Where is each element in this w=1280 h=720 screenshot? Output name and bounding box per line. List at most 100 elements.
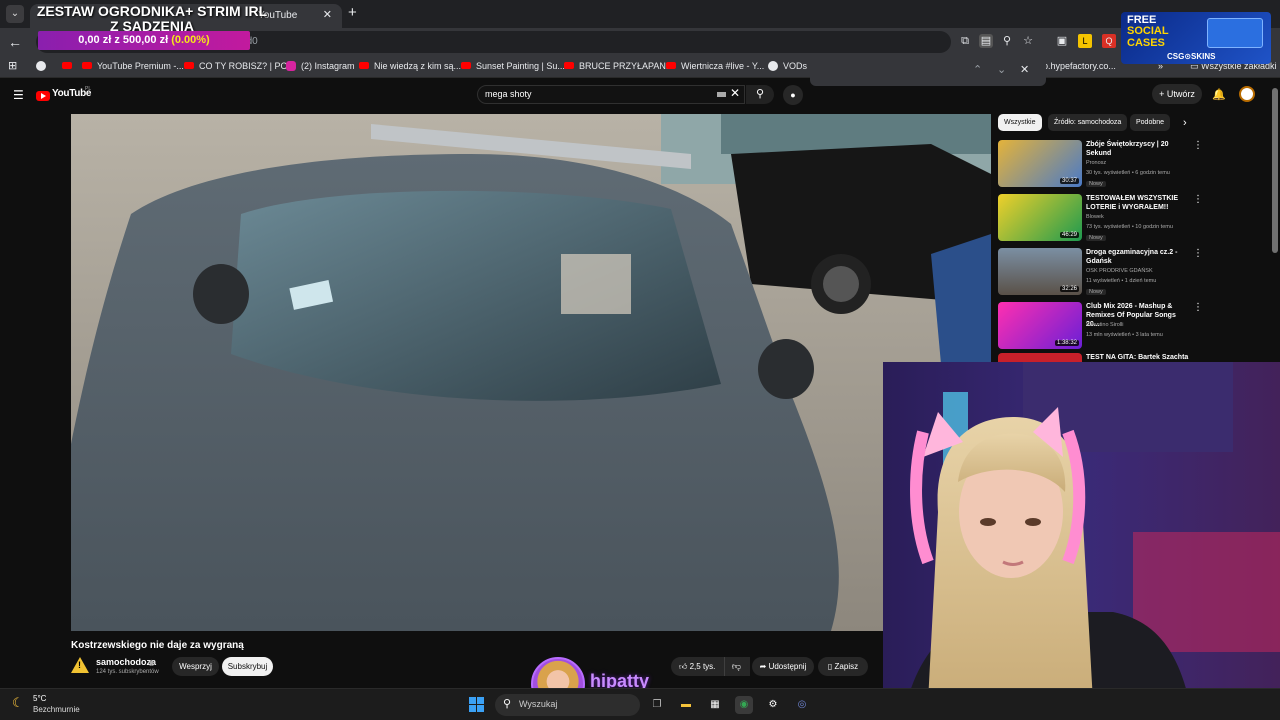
back-arrow-icon[interactable]: ← (8, 34, 22, 50)
bookmark-item[interactable]: BRUCE PRZYŁAPAN... (564, 61, 673, 71)
chrome-icon[interactable]: ◉ (735, 696, 753, 714)
extension-icon[interactable]: ▣ (1055, 34, 1069, 48)
tab-close-icon[interactable]: ✕ (323, 8, 332, 21)
find-previous-icon[interactable]: ⌃ (973, 63, 982, 76)
video-player[interactable] (71, 114, 991, 631)
store-icon[interactable]: ▦ (706, 696, 724, 714)
create-button[interactable]: + Utwórz (1152, 84, 1202, 104)
youtube-icon (82, 62, 92, 69)
video-duration: 1:38:32 (1054, 340, 1079, 346)
chevron-right-icon[interactable]: › (1183, 117, 1187, 129)
more-actions-icon[interactable]: ⋮ (1193, 248, 1203, 259)
ad-banner[interactable]: FREE SOCIAL CASES CSG⊙SKINS (1121, 12, 1271, 64)
app-icon[interactable]: ⚙ (764, 696, 782, 714)
related-title[interactable]: TEST NA GITA: Bartek Szachta (1086, 353, 1216, 362)
weather-moon-icon[interactable]: ☾ (12, 695, 28, 711)
youtube-icon (359, 62, 369, 69)
apps-grid-icon[interactable]: ⊞ (8, 59, 17, 72)
channel-name[interactable]: samochodoza (96, 657, 156, 667)
globe-icon (768, 61, 778, 71)
notifications-icon[interactable]: 🔔 (1212, 88, 1226, 101)
related-channel[interactable]: Blowek (1086, 214, 1104, 220)
bookmark-github[interactable] (36, 61, 51, 71)
channel-avatar[interactable] (71, 656, 89, 674)
video-thumbnail[interactable]: 32:26 (998, 248, 1082, 295)
video-thumbnail[interactable]: 46:29 (998, 194, 1082, 241)
youtube-logo-icon[interactable] (36, 91, 50, 101)
video-title: Kostrzewskiego nie daje za wygraną (71, 640, 244, 651)
voice-search-button[interactable]: ● (783, 85, 803, 105)
weather-description[interactable]: Bezchmurnie (33, 705, 80, 714)
save-button[interactable]: ▯ Zapisz (818, 657, 868, 676)
support-button[interactable]: Wesprzyj (172, 657, 219, 676)
related-meta: 13 mln wyświetleń • 3 lata temu (1086, 332, 1163, 338)
reader-mode-icon[interactable]: ▤ (979, 34, 993, 48)
extension-q-icon[interactable]: Q (1102, 34, 1116, 48)
share-button[interactable]: ➦ Udostępnij (752, 657, 814, 676)
install-app-icon[interactable]: ⧉ (958, 34, 972, 48)
video-duration: 46:29 (1059, 232, 1079, 238)
bookmark-item[interactable]: Nie wiedzą z kim są... (359, 61, 461, 71)
zoom-icon[interactable]: ⚲ (1000, 34, 1014, 48)
file-explorer-icon[interactable]: ▬ (677, 696, 695, 714)
bookmarks-bar: ⊞ YouTube Premium -... CO TY ROBISZ? | P… (0, 56, 1280, 78)
youtube-icon (62, 62, 72, 69)
weather-temperature[interactable]: 5°C (33, 694, 46, 703)
related-title[interactable]: Zbóje Świętokrzyscy | 20 Sekund (1086, 140, 1186, 158)
related-video[interactable]: TEST NA GITA: Bartek Szachta (998, 353, 1268, 362)
extension-l-icon[interactable]: L (1078, 34, 1092, 48)
video-thumbnail[interactable] (998, 353, 1082, 362)
bookmark-item[interactable]: CO TY ROBISZ? | PO... (184, 61, 295, 71)
windows-logo-part (477, 697, 484, 704)
goal-percent: (0.00%) (171, 34, 210, 46)
menu-icon[interactable]: ☰ (13, 88, 24, 102)
bookmark-item[interactable]: Sunset Painting | Su... (461, 61, 565, 71)
find-bar: ⌃ ⌄ ✕ (810, 56, 1046, 86)
bookmark-item[interactable]: VODs (768, 61, 807, 71)
bookmark-item[interactable]: YouTube Premium -... (82, 61, 184, 71)
video-thumbnail[interactable]: 1:38:32 (998, 302, 1082, 349)
related-video[interactable]: 30:37 Zbóje Świętokrzyscy | 20 Sekund Pr… (998, 140, 1268, 190)
related-channel[interactable]: Pronosz (1086, 160, 1106, 166)
bookmark-star-icon[interactable]: ☆ (1021, 34, 1035, 48)
new-tab-button[interactable]: + (348, 4, 357, 21)
related-video[interactable]: 32:26 Droga egzaminacyjna cz.2 - Gdańsk … (998, 248, 1268, 298)
subscribe-button[interactable]: Subskrybuj (222, 657, 273, 676)
related-meta: 73 tys. wyświetleń • 10 godzin temu (1086, 224, 1173, 230)
discord-icon[interactable]: ◎ (793, 696, 811, 714)
tab-search-button[interactable]: ⌄ (6, 5, 24, 23)
windows-taskbar: ☾ 5°C Bezchmurnie ⚲ Wyszukaj ❐ ▬ ▦ ◉ ⚙ ◎ (0, 688, 1280, 720)
related-video[interactable]: 46:29 TESTOWAŁEM WSZYSTKIE LOTERIE i WYG… (998, 194, 1268, 244)
more-actions-icon[interactable]: ⋮ (1193, 194, 1203, 205)
related-channel[interactable]: OSK PRODRIVE GDAŃSK (1086, 268, 1153, 274)
bookmark-yt-blank[interactable] (62, 61, 77, 71)
more-actions-icon[interactable]: ⋮ (1193, 140, 1203, 151)
clear-search-icon[interactable]: ✕ (730, 86, 740, 100)
ad-line: CASES (1127, 37, 1165, 49)
related-title[interactable]: Droga egzaminacyjna cz.2 - Gdańsk (1086, 248, 1186, 266)
find-next-icon[interactable]: ⌄ (997, 63, 1006, 76)
related-video[interactable]: 1:38:32 Club Mix 2026 - Mashup & Remixes… (998, 302, 1268, 352)
bookmark-item[interactable]: Wiertnicza #live - Y... (666, 61, 764, 71)
search-button[interactable]: ⚲ (746, 85, 774, 104)
task-view-icon[interactable]: ❐ (648, 696, 666, 714)
related-title[interactable]: TESTOWAŁEM WSZYSTKIE LOTERIE i WYGRAŁEM!… (1086, 194, 1186, 212)
youtube-icon (184, 62, 194, 69)
scrollbar[interactable] (1272, 88, 1278, 253)
ad-brand: CSG⊙SKINS (1167, 52, 1216, 61)
dislike-button[interactable]: 👎︎ (724, 657, 748, 676)
search-input[interactable]: mega shoty ✕ (477, 85, 745, 104)
chip-source[interactable]: Źródło: samochodoza (1048, 114, 1128, 131)
more-actions-icon[interactable]: ⋮ (1193, 302, 1203, 313)
bookmark-item[interactable]: p.hypefactory.co... (1043, 61, 1116, 71)
chip-similar[interactable]: Podobne (1130, 114, 1171, 131)
related-channel[interactable]: Valentino Sirolli (1086, 322, 1124, 328)
video-thumbnail[interactable]: 30:37 (998, 140, 1082, 187)
keyboard-icon[interactable] (717, 92, 726, 97)
find-close-icon[interactable]: ✕ (1020, 63, 1029, 76)
taskbar-search-input[interactable]: ⚲ Wyszukaj (495, 694, 640, 716)
start-button[interactable] (469, 697, 485, 713)
bookmark-item[interactable]: (2) Instagram (286, 61, 355, 71)
avatar[interactable] (1239, 86, 1255, 102)
chip-all[interactable]: Wszystkie (998, 114, 1042, 131)
